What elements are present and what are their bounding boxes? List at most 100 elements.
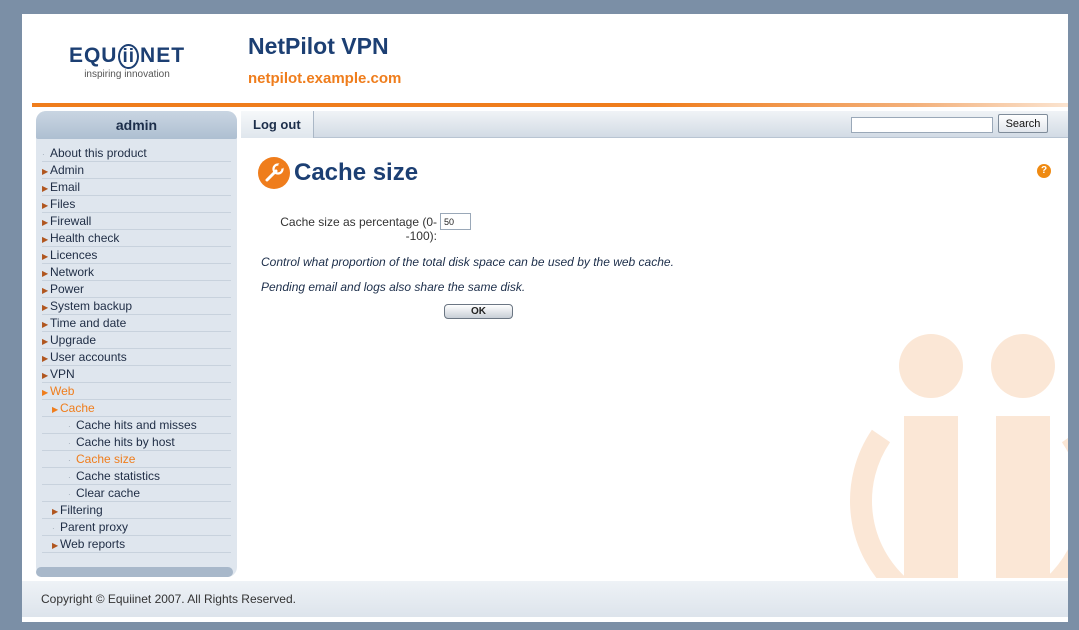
sidebar-item-label: Health check — [50, 231, 120, 245]
arrow-bullet-icon: ▶ — [42, 252, 49, 261]
sidebar-item-label: Licences — [50, 248, 98, 262]
sidebar-nav: · About this product ▶ Admin ▶ Email ▶ Files ▶ Fi… — [36, 139, 237, 553]
sidebar-scrollbar[interactable] — [36, 567, 233, 577]
arrow-bullet-icon: ▶ — [42, 388, 49, 397]
cache-size-input[interactable] — [440, 213, 471, 230]
wrench-icon — [258, 157, 290, 189]
logo-brand: EQU ii NET — [68, 44, 186, 69]
arrow-bullet-icon: ▶ — [42, 201, 49, 210]
sidebar-item-label: Cache statistics — [76, 469, 161, 483]
page-header: EQU ii NET inspiring innovation NetPilot V… — [22, 14, 1068, 103]
equiinet-logo: EQU ii NET inspiring innovation — [62, 44, 192, 80]
sidebar-item-network[interactable]: ▶ Network — [42, 264, 231, 281]
arrow-bullet-icon: ▶ — [42, 337, 49, 346]
dot-bullet-icon: · — [42, 150, 45, 159]
sidebar-item-filtering[interactable]: ▶ Filtering — [42, 502, 231, 519]
arrow-bullet-icon: ▶ — [42, 371, 49, 380]
page-heading: Cache size — [258, 156, 418, 190]
header-divider — [32, 103, 1068, 107]
arrow-bullet-icon: ▶ — [42, 167, 49, 176]
arrow-bullet-icon: ▶ — [42, 218, 49, 227]
main-content: Cache size ? Cache size as percentage (0… — [241, 138, 1068, 578]
sidebar-item-label: About this product — [50, 146, 147, 160]
app-window: EQU ii NET inspiring innovation NetPilot V… — [22, 14, 1068, 622]
sidebar-item-firewall[interactable]: ▶ Firewall — [42, 213, 231, 230]
app-title: NetPilot VPN — [248, 33, 389, 59]
sidebar-item-vpn[interactable]: ▶ VPN — [42, 366, 231, 383]
arrow-bullet-icon: ▶ — [52, 507, 59, 516]
dot-bullet-icon: · — [68, 456, 71, 465]
sidebar-item-cache-size[interactable]: · Cache size — [42, 451, 231, 468]
sidebar-item-time-and-date[interactable]: ▶ Time and date — [42, 315, 231, 332]
description-text: Control what proportion of the total dis… — [261, 255, 674, 269]
sidebar-item-health-check[interactable]: ▶ Health check — [42, 230, 231, 247]
sidebar-item-label: Cache size — [76, 452, 136, 466]
dot-bullet-icon: · — [68, 473, 71, 482]
sidebar-item-label: Upgrade — [50, 333, 97, 347]
watermark-logo — [850, 334, 1068, 578]
sidebar-item-label: Cache hits by host — [76, 435, 175, 449]
sidebar-item-label: Web — [50, 384, 75, 398]
ok-button[interactable]: OK — [444, 304, 513, 319]
sidebar-item-cache-statistics[interactable]: · Cache statistics — [42, 468, 231, 485]
arrow-bullet-icon: ▶ — [42, 320, 49, 329]
arrow-bullet-icon: ▶ — [42, 286, 49, 295]
sidebar-item-label: Network — [50, 265, 95, 279]
sidebar-item-label: Parent proxy — [60, 520, 129, 534]
search-button[interactable]: Search — [998, 114, 1048, 133]
sidebar-item-web[interactable]: ▶ Web — [42, 383, 231, 400]
sidebar-item-admin[interactable]: ▶ Admin — [42, 162, 231, 179]
sidebar-item-label: Email — [50, 180, 81, 194]
sidebar-item-label: Web reports — [60, 537, 126, 551]
sidebar-item-cache[interactable]: ▶ Cache — [42, 400, 231, 417]
logout-button[interactable]: Log out — [241, 111, 314, 138]
sidebar-item-web-reports[interactable]: ▶ Web reports — [42, 536, 231, 553]
sidebar: admin · About this product ▶ Admin ▶ Email ▶ Fi… — [36, 111, 237, 577]
sidebar-item-label: System backup — [50, 299, 133, 313]
arrow-bullet-icon: ▶ — [42, 269, 49, 278]
sidebar-item-label: Filtering — [60, 503, 103, 517]
sidebar-item-power[interactable]: ▶ Power — [42, 281, 231, 298]
page-title: Cache size — [294, 159, 419, 186]
arrow-bullet-icon: ▶ — [52, 405, 59, 414]
arrow-bullet-icon: ▶ — [42, 303, 49, 312]
arrow-bullet-icon: ▶ — [42, 354, 49, 363]
page-footer: Copyright © Equiinet 2007. All Rights Re… — [22, 581, 1068, 617]
description-text: Pending email and logs also share the sa… — [261, 280, 526, 294]
arrow-bullet-icon: ▶ — [42, 184, 49, 193]
search-input[interactable] — [851, 117, 993, 133]
sidebar-item-about-this-product[interactable]: · About this product — [42, 145, 231, 162]
dot-bullet-icon: · — [68, 490, 71, 499]
dot-bullet-icon: · — [52, 524, 55, 533]
sidebar-item-licences[interactable]: ▶ Licences — [42, 247, 231, 264]
sidebar-item-clear-cache[interactable]: · Clear cache — [42, 485, 231, 502]
sidebar-item-label: VPN — [50, 367, 75, 381]
dot-bullet-icon: · — [68, 439, 71, 448]
arrow-bullet-icon: ▶ — [52, 541, 59, 550]
logo-tagline: inspiring innovation — [84, 69, 170, 80]
cache-size-label: Cache size as percentage (0--100): — [280, 215, 437, 243]
sidebar-item-upgrade[interactable]: ▶ Upgrade — [42, 332, 231, 349]
sidebar-item-cache-hits-by-host[interactable]: · Cache hits by host — [42, 434, 231, 451]
sidebar-item-email[interactable]: ▶ Email — [42, 179, 231, 196]
sidebar-item-label: Firewall — [50, 214, 92, 228]
help-icon[interactable]: ? — [1037, 164, 1051, 178]
sidebar-item-label: Files — [50, 197, 76, 211]
sidebar-item-files[interactable]: ▶ Files — [42, 196, 231, 213]
sidebar-item-label: Clear cache — [76, 486, 141, 500]
copyright: Copyright © Equiinet 2007. All Rights Re… — [41, 592, 296, 606]
sidebar-item-system-backup[interactable]: ▶ System backup — [42, 298, 231, 315]
sidebar-item-label: Time and date — [50, 316, 127, 330]
sidebar-item-user-accounts[interactable]: ▶ User accounts — [42, 349, 231, 366]
sidebar-item-label: Cache hits and misses — [76, 418, 197, 432]
arrow-bullet-icon: ▶ — [42, 235, 49, 244]
sidebar-item-label: Admin — [50, 163, 85, 177]
sidebar-user: admin — [36, 111, 237, 139]
sidebar-item-cache-hits-and-misses[interactable]: · Cache hits and misses — [42, 417, 231, 434]
sidebar-item-label: User accounts — [50, 350, 127, 364]
dot-bullet-icon: · — [68, 422, 71, 431]
sidebar-item-parent-proxy[interactable]: · Parent proxy — [42, 519, 231, 536]
sidebar-item-label: Power — [50, 282, 85, 296]
host-name: netpilot.example.com — [248, 70, 402, 87]
toolbar: Log out Search — [241, 111, 1068, 138]
